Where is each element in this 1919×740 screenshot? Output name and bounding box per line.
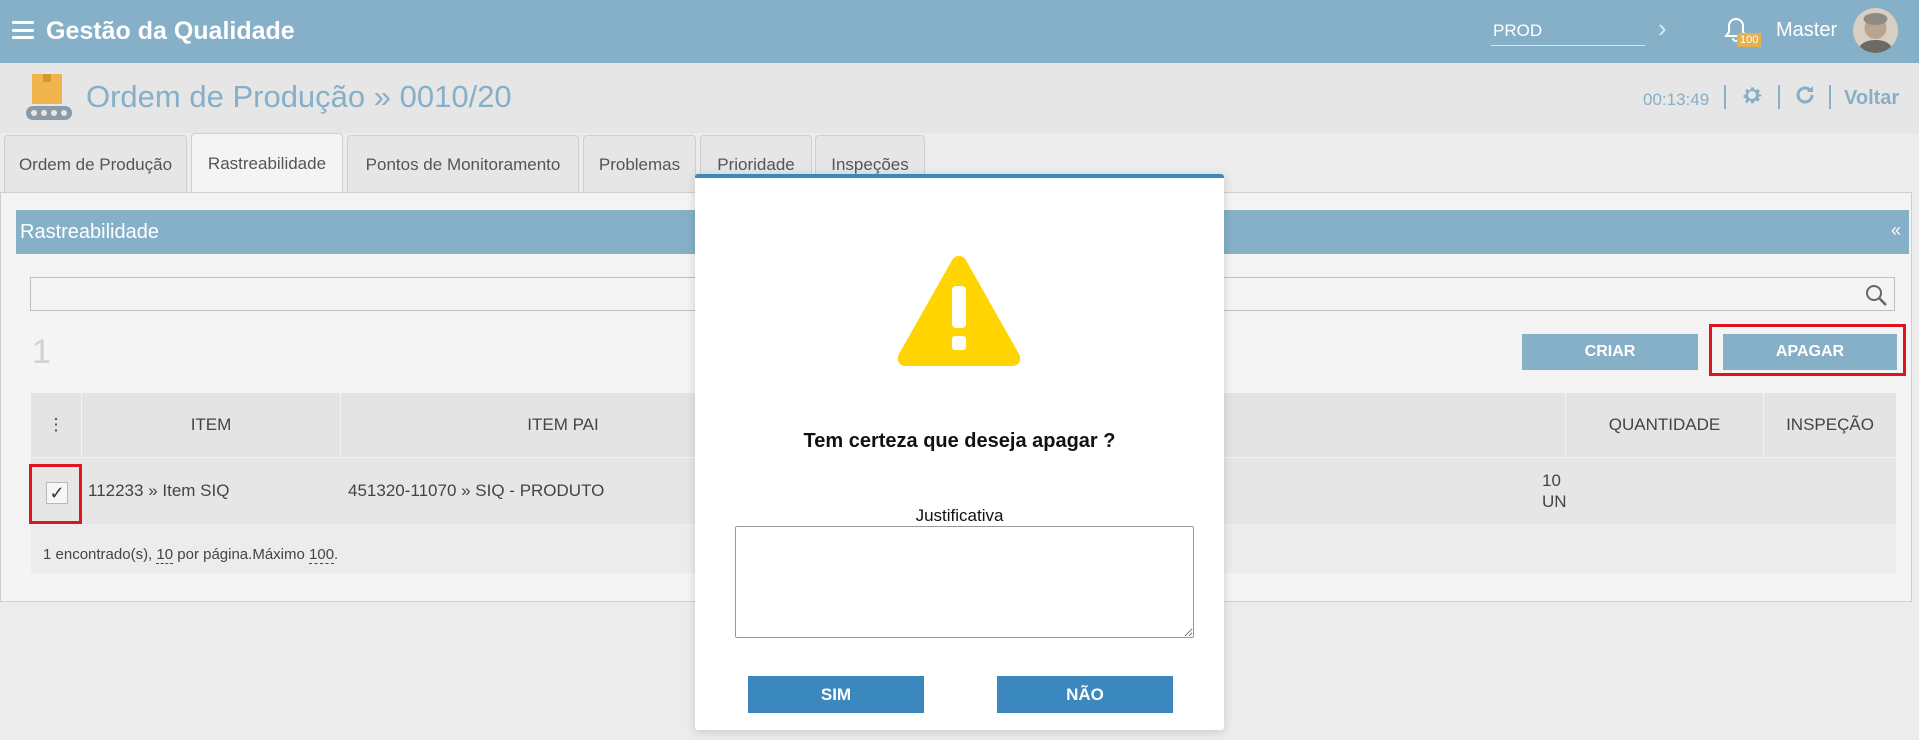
- dialog-message: Tem certeza que deseja apagar ?: [803, 430, 1116, 452]
- no-button[interactable]: NÃO: [997, 676, 1173, 713]
- justification-field[interactable]: [735, 526, 1194, 638]
- warning-icon: [895, 250, 1023, 375]
- yes-button[interactable]: SIM: [748, 676, 924, 713]
- justification-label: Justificativa: [915, 506, 1004, 525]
- confirm-delete-dialog: Tem certeza que deseja apagar ? Justific…: [695, 174, 1224, 730]
